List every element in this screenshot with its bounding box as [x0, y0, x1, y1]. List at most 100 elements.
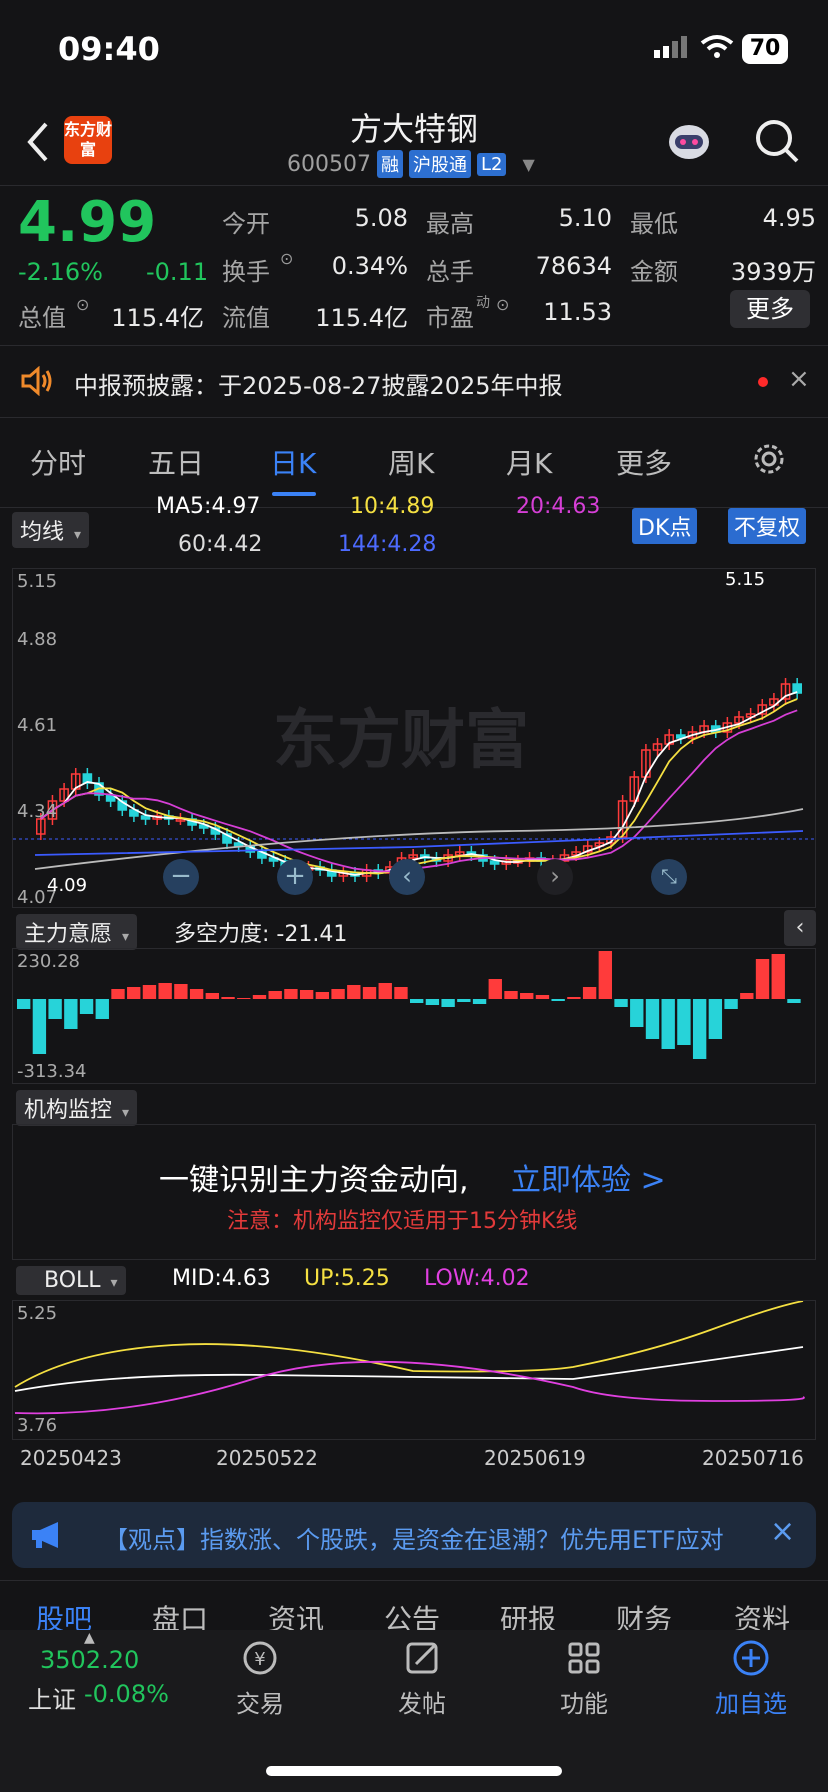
institution-panel[interactable]: 一键识别主力资金动向, 立即体验 > 注意：机构监控仅适用于15分钟K线: [12, 1124, 816, 1260]
apps-icon: [568, 1642, 600, 1674]
force-bar: [347, 985, 361, 999]
battery-indicator: 70: [742, 34, 788, 64]
force-bar: [441, 999, 455, 1007]
nav-post[interactable]: 发帖: [382, 1638, 462, 1719]
force-bar: [598, 951, 613, 999]
force-bar: [472, 999, 487, 1004]
main-force-chart: 230.28 -313.34: [12, 948, 816, 1084]
date-label: 20250716: [702, 1446, 804, 1470]
force-bar: [410, 999, 424, 1003]
banner-text: 【观点】指数涨、个股跌，是资金在退潮？优先用ETF应对: [104, 1526, 724, 1554]
force-bar: [205, 993, 220, 999]
nav-add-watchlist[interactable]: 加自选: [706, 1638, 796, 1719]
force-bar: [708, 999, 723, 1039]
tag-margin: 融: [376, 150, 403, 178]
indicator-selector[interactable]: 主力意愿: [16, 914, 138, 950]
candle-body: [140, 815, 151, 820]
megaphone-icon: [32, 1522, 58, 1548]
force-bar: [551, 999, 565, 1001]
force-bar: [677, 999, 691, 1045]
y-tick: 4.88: [17, 629, 58, 650]
force-bar: [268, 991, 282, 999]
info-icon[interactable]: ⊙: [280, 249, 293, 268]
notice-text: 中报预披露：于2025-08-27披露2025年中报: [74, 372, 563, 400]
promo-note: 注意：机构监控仅适用于15分钟K线: [227, 1209, 578, 1234]
opinion-banner[interactable]: 【观点】指数涨、个股跌，是资金在退潮？优先用ETF应对 ×: [12, 1502, 816, 1568]
no-adjust-button[interactable]: 不复权: [728, 508, 807, 544]
force-canvas: [17, 951, 801, 1059]
force-bar: [771, 954, 785, 999]
tab-daily-k[interactable]: 日K: [270, 442, 316, 482]
robot-assistant-icon[interactable]: [664, 116, 714, 166]
try-now-link[interactable]: 立即体验 >: [511, 1155, 666, 1199]
institution-selector[interactable]: 机构监控: [16, 1090, 138, 1126]
force-bar: [142, 985, 157, 999]
post-icon: [406, 1642, 438, 1674]
tab-intraday[interactable]: 分时: [30, 442, 86, 482]
ma-selector[interactable]: 均线: [12, 512, 90, 548]
stock-code-row[interactable]: 600507 融 沪股通 L2 ▼: [287, 150, 535, 178]
index-change: -0.08%: [84, 1680, 169, 1708]
volume-value: 78634: [535, 252, 612, 280]
tab-weekly-k[interactable]: 周K: [388, 442, 434, 482]
force-bar: [158, 983, 172, 999]
last-price: 4.99: [18, 190, 157, 255]
ma5-value: MA5:4.97: [156, 494, 261, 519]
boll-mid: MID:4.63: [172, 1266, 271, 1291]
tag-level2: L2: [476, 152, 507, 176]
stock-code: 600507: [287, 151, 371, 177]
home-indicator: [266, 1766, 562, 1776]
search-icon[interactable]: [754, 118, 800, 164]
boll-top: 5.25: [17, 1303, 58, 1324]
boll-bottom: 3.76: [17, 1415, 58, 1436]
force-bar: [221, 997, 235, 999]
index-value[interactable]: 3502.20: [40, 1646, 139, 1674]
y-tick: 5.15: [17, 571, 58, 592]
ma20-value: 20:4.63: [516, 494, 601, 519]
chevron-down-icon: ▼: [522, 154, 535, 174]
open-label: 今开: [222, 210, 270, 238]
force-bar: [79, 999, 94, 1014]
nav-label: 交易: [236, 1690, 284, 1718]
force-bar: [614, 999, 628, 1007]
zoom-out-button[interactable]: −: [163, 859, 199, 895]
dk-point-button[interactable]: DK点: [632, 508, 698, 544]
close-icon[interactable]: ×: [788, 364, 810, 394]
scroll-right-button[interactable]: ›: [537, 859, 573, 895]
force-bar: [457, 999, 471, 1002]
nav-functions[interactable]: 功能: [544, 1638, 624, 1719]
boll-mid-line: [14, 1346, 804, 1392]
nav-label: 加自选: [715, 1690, 787, 1718]
force-bar: [299, 990, 314, 999]
tag-connect: 沪股通: [408, 150, 471, 178]
kline-chart[interactable]: 东方财富 5.15 4.88 4.61 4.34 4.07 5.15 4.09 …: [12, 568, 817, 908]
force-bar: [567, 997, 581, 999]
info-icon[interactable]: ⊙: [76, 295, 89, 314]
force-bottom: -313.34: [17, 1061, 87, 1082]
zoom-in-button[interactable]: +: [277, 859, 313, 895]
force-bar: [315, 992, 330, 999]
pe-label: 市盈: [426, 304, 474, 332]
amount-value: 3939万: [730, 258, 816, 286]
force-bar: [111, 989, 125, 999]
date-label: 20250522: [216, 1446, 318, 1470]
fullscreen-icon[interactable]: ⤡: [651, 859, 687, 895]
ma144-value: 144:4.28: [338, 532, 437, 557]
close-icon[interactable]: ×: [770, 1514, 795, 1549]
candle-body: [792, 683, 803, 694]
tab-monthly-k[interactable]: 月K: [506, 442, 552, 482]
nav-trade[interactable]: ¥ 交易: [220, 1638, 300, 1719]
tab-five-day[interactable]: 五日: [148, 442, 204, 482]
scroll-left-button[interactable]: ‹: [389, 859, 425, 895]
notice-bar[interactable]: 中报预披露：于2025-08-27披露2025年中报 ×: [0, 346, 828, 418]
force-bar: [331, 989, 345, 999]
add-icon: [733, 1640, 769, 1676]
tab-more[interactable]: 更多: [616, 442, 672, 482]
more-quote-button[interactable]: 更多: [730, 290, 810, 328]
speaker-icon: [21, 366, 52, 396]
force-bar: [630, 999, 644, 1027]
collapse-panel-button[interactable]: ‹: [784, 910, 816, 946]
boll-selector[interactable]: BOLL: [16, 1266, 126, 1295]
high-value: 5.10: [558, 204, 612, 232]
gear-icon[interactable]: [752, 442, 786, 476]
